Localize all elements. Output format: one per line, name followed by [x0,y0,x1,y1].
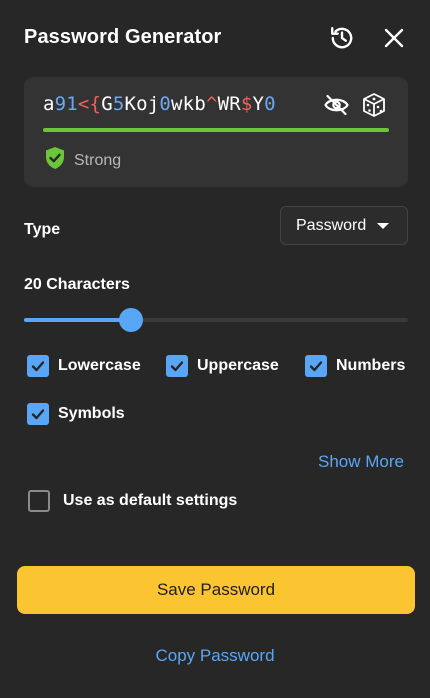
password-segment: wkb [171,93,206,115]
password-segment: 0 [159,93,172,115]
copy-password-link[interactable]: Copy Password [0,646,430,666]
slider-fill [24,318,131,322]
symbols-label: Symbols [58,405,125,422]
type-dropdown[interactable]: Password [280,206,408,245]
length-slider[interactable] [24,306,408,334]
password-segment: ^ [205,93,218,115]
strength-bar [43,128,389,132]
password-display[interactable]: a91<{G5Koj0wkb^WR$Y0 [43,93,276,115]
default-settings-label: Use as default settings [63,492,238,509]
password-segment: $ [240,93,253,115]
checkbox-box[interactable] [305,355,327,377]
close-icon[interactable] [380,24,408,52]
checkbox-box[interactable] [27,403,49,425]
chevron-down-icon [377,223,389,229]
numbers-label: Numbers [336,357,406,374]
slider-thumb[interactable] [118,308,143,332]
lowercase-checkbox[interactable]: Lowercase [27,355,141,377]
type-selected-value: Password [296,216,367,234]
password-card: a91<{G5Koj0wkb^WR$Y0 Strong [24,77,408,187]
eye-off-icon[interactable] [322,92,350,118]
password-segment: Koj [124,93,160,115]
strength-label: Strong [74,151,122,169]
password-segment: 91 [54,93,78,115]
password-segment: <{ [77,93,102,115]
password-segment: 5 [112,93,125,115]
password-segment: WR [217,93,241,115]
numbers-checkbox[interactable]: Numbers [305,355,405,377]
checkbox-box[interactable] [27,355,49,377]
page-title: Password Generator [24,26,222,48]
length-label: 20 Characters [24,276,130,293]
uppercase-checkbox[interactable]: Uppercase [166,355,279,377]
header: Password Generator [24,24,406,52]
password-segment: Y [252,93,265,115]
shield-check-icon [44,146,66,175]
strength-indicator: Strong [44,146,121,175]
dice-icon[interactable] [360,91,388,119]
checkbox-box[interactable] [28,490,50,512]
uppercase-label: Uppercase [197,357,279,374]
show-more-link[interactable]: Show More [318,452,404,472]
password-segment: 0 [264,93,276,115]
save-password-button[interactable]: Save Password [17,566,415,614]
history-icon[interactable] [328,24,356,52]
default-settings-checkbox[interactable]: Use as default settings [28,490,237,512]
type-label: Type [24,221,61,238]
password-segment: G [101,93,113,115]
password-segment: a [43,93,55,115]
checkbox-box[interactable] [166,355,188,377]
lowercase-label: Lowercase [58,357,141,374]
symbols-checkbox[interactable]: Symbols [27,403,125,425]
